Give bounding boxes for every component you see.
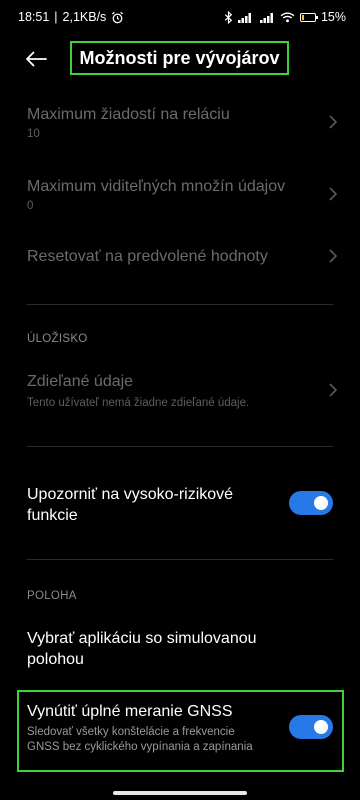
status-right: 15% xyxy=(224,10,346,24)
max-requests-title: Maximum žiadostí na reláciu xyxy=(27,106,230,123)
shared-data-subtitle: Tento užívateľ nemá žiadne zdieľané údaj… xyxy=(27,397,250,409)
section-label-storage: ÚLOŽISKO xyxy=(27,333,88,345)
back-button[interactable] xyxy=(22,47,50,71)
header: Možnosti pre vývojárov xyxy=(0,38,360,82)
page-title: Možnosti pre vývojárov xyxy=(70,41,289,75)
max-datasets-value: 0 xyxy=(27,200,34,212)
list-item-risky-features[interactable]: Upozorniť na vysoko-rizikové funkcie xyxy=(0,478,360,534)
chevron-right-icon xyxy=(329,115,338,129)
chevron-right-icon xyxy=(329,249,338,263)
status-separator: | xyxy=(54,10,58,24)
risky-features-toggle[interactable] xyxy=(289,491,333,515)
chevron-right-icon xyxy=(329,383,338,397)
list-item-max-requests[interactable]: Maximum žiadostí na reláciu 10 xyxy=(0,96,360,152)
status-bar: 18:51 | 2,1KB/s 15% xyxy=(0,0,360,34)
status-time: 18:51 xyxy=(18,10,50,24)
signal-icon xyxy=(237,12,255,23)
wifi-icon xyxy=(280,12,295,23)
gnss-subtitle-line2: GNSS bez cyklického vypínania a zapínani… xyxy=(27,741,253,753)
signal-icon-2 xyxy=(259,12,275,23)
status-left: 18:51 | 2,1KB/s xyxy=(18,10,124,24)
mock-location-line1: Vybrať aplikáciu so simulovanou xyxy=(27,630,257,647)
battery-icon xyxy=(299,12,318,22)
reset-defaults-title: Resetovať na predvolené hodnoty xyxy=(27,248,268,265)
divider xyxy=(27,559,333,560)
status-network-speed: 2,1KB/s xyxy=(62,10,107,24)
toggle-knob xyxy=(314,720,328,734)
list-item-max-datasets[interactable]: Maximum viditeľných množín údajov 0 xyxy=(0,168,360,224)
bluetooth-icon xyxy=(224,10,233,24)
divider xyxy=(27,304,333,305)
toggle-knob xyxy=(314,496,328,510)
section-label-location: POLOHA xyxy=(27,590,77,602)
divider xyxy=(27,446,333,447)
risky-features-line2: funkcie xyxy=(27,507,78,524)
battery-percent: 15% xyxy=(320,10,346,24)
list-item-mock-location-app[interactable]: Vybrať aplikáciu so simulovanou polohou xyxy=(0,622,360,678)
list-item-force-gnss[interactable]: Vynútiť úplné meranie GNSS Sledovať všet… xyxy=(0,694,360,768)
home-indicator[interactable] xyxy=(113,791,247,795)
list-item-reset-defaults[interactable]: Resetovať na predvolené hodnoty xyxy=(0,236,360,276)
alarm-icon xyxy=(111,11,124,24)
shared-data-title: Zdieľané údaje xyxy=(27,373,134,390)
force-gnss-toggle[interactable] xyxy=(289,715,333,739)
max-requests-value: 10 xyxy=(27,128,40,140)
max-datasets-title: Maximum viditeľných množín údajov xyxy=(27,178,286,195)
gnss-title: Vynútiť úplné meranie GNSS xyxy=(27,703,233,720)
gnss-subtitle-line1: Sledovať všetky konštelácie a frekvencie xyxy=(27,726,235,738)
mock-location-line2: polohou xyxy=(27,651,84,668)
chevron-right-icon xyxy=(329,187,338,201)
list-item-shared-data[interactable]: Zdieľané údaje Tento užívateľ nemá žiadn… xyxy=(0,362,360,418)
arrow-left-icon xyxy=(26,51,47,67)
risky-features-line1: Upozorniť na vysoko-rizikové xyxy=(27,486,234,503)
